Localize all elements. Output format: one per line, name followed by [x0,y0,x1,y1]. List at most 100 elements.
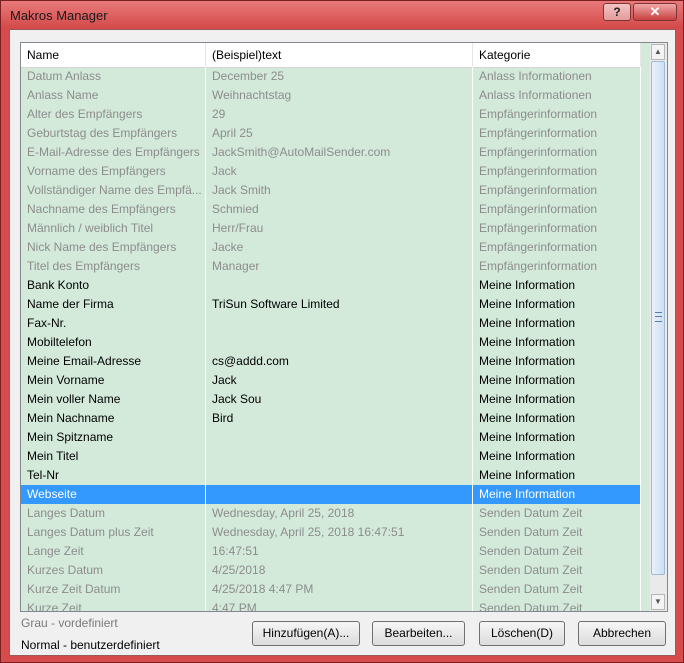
table-row[interactable]: Langes Datum Wednesday, April 25, 2018 Sen… [21,504,641,523]
scroll-up-arrow-icon[interactable]: ▲ [651,44,665,60]
cell-category: Meine Information [473,314,641,333]
cell-example-text [206,466,473,485]
table-row[interactable]: Titel des Empfängers Manager Empfängerinfo… [21,257,641,276]
cell-category: Meine Information [473,295,641,314]
cell-category: Empfängerinformation [473,219,641,238]
table-row[interactable]: Lange Zeit 16:47:51 Senden Datum Zeit [21,542,641,561]
cell-category: Senden Datum Zeit [473,580,641,599]
cell-example-text: 29 [206,105,473,124]
cell-example-text: TriSun Software Limited [206,295,473,314]
cell-name: Mein Spitzname [21,428,206,447]
cell-name: Mein Nachname [21,409,206,428]
cell-example-text [206,276,473,295]
cell-example-text: 4/25/2018 4:47 PM [206,580,473,599]
cell-category: Meine Information [473,276,641,295]
add-button[interactable]: Hinzufügen(A)... [252,621,360,646]
cell-example-text: JackSmith@AutoMailSender.com [206,143,473,162]
cell-example-text: Manager [206,257,473,276]
column-header-category[interactable]: Kategorie [473,43,641,67]
table-row[interactable]: Datum Anlass December 25 Anlass Informatio… [21,67,641,86]
cell-name: Kurze Zeit [21,599,206,611]
table-row[interactable]: Kurzes Datum 4/25/2018 Senden Datum Zeit [21,561,641,580]
table-row[interactable]: Anlass Name Weihnachtstag Anlass Informati… [21,86,641,105]
close-button[interactable]: ✕ [633,3,677,21]
legend-user-defined: Normal - benutzerdefiniert [21,638,160,652]
delete-button[interactable]: Löschen(D) [479,621,565,646]
cell-name: E-Mail-Adresse des Empfängers [21,143,206,162]
cell-example-text: cs@addd.com [206,352,473,371]
table-row[interactable]: Mobiltelefon Meine Information [21,333,641,352]
cell-example-text: 16:47:51 [206,542,473,561]
table-row[interactable]: Nick Name des Empfängers Jacke Empfängerin… [21,238,641,257]
cell-category: Senden Datum Zeit [473,542,641,561]
table-row[interactable]: Vollständiger Name des Empfä... Jack Smit… [21,181,641,200]
cell-example-text: Weihnachtstag [206,86,473,105]
cell-example-text: Jack [206,371,473,390]
grip-icon [655,312,662,322]
cell-name: Langes Datum [21,504,206,523]
cell-name: Geburtstag des Empfängers [21,124,206,143]
table-row[interactable]: Webseite Meine Information [21,485,641,504]
edit-button[interactable]: Bearbeiten... [372,621,465,646]
cell-example-text: Bird [206,409,473,428]
table-row[interactable]: Nachname des Empfängers Schmied Empfängeri… [21,200,641,219]
table-row[interactable]: Vorname des Empfängers Jack Empfängerinfor… [21,162,641,181]
legend-predefined: Grau - vordefiniert [21,616,118,630]
table-row[interactable]: Langes Datum plus Zeit Wednesday, April 2… [21,523,641,542]
cell-category: Empfängerinformation [473,181,641,200]
cell-example-text: Schmied [206,200,473,219]
cell-category: Senden Datum Zeit [473,561,641,580]
table-row[interactable]: Geburtstag des Empfängers April 25 Empfäng… [21,124,641,143]
window-title: Makros Manager [10,8,108,23]
scroll-down-arrow-icon[interactable]: ▼ [651,594,665,610]
table-row[interactable]: Mein Vorname Jack Meine Information [21,371,641,390]
cell-name: Anlass Name [21,86,206,105]
cell-example-text [206,314,473,333]
cell-category: Meine Information [473,485,641,504]
column-header-example-text[interactable]: (Beispiel)text [206,43,473,67]
table-row[interactable]: Bank Konto Meine Information [21,276,641,295]
table-row[interactable]: Name der Firma TriSun Software Limited Mei… [21,295,641,314]
table-row[interactable]: Mein Spitzname Meine Information [21,428,641,447]
cell-name: Nick Name des Empfängers [21,238,206,257]
cell-name: Name der Firma [21,295,206,314]
table-row[interactable]: Kurze Zeit 4:47 PM Senden Datum Zeit [21,599,641,611]
cell-name: Alter des Empfängers [21,105,206,124]
title-bar[interactable]: Makros Manager ? ✕ [1,1,683,29]
table-row[interactable]: Mein Nachname Bird Meine Information [21,409,641,428]
cell-example-text: 4/25/2018 [206,561,473,580]
makros-manager-window: Makros Manager ? ✕ Name (Beispiel)text K… [0,0,684,663]
macro-list[interactable]: Name (Beispiel)text Kategorie Datum Anla… [20,42,668,612]
scroll-thumb[interactable] [651,61,665,575]
cell-category: Empfängerinformation [473,143,641,162]
table-row[interactable]: Fax-Nr. Meine Information [21,314,641,333]
cell-name: Titel des Empfängers [21,257,206,276]
table-row[interactable]: Männlich / weiblich Titel Herr/Frau Empfän… [21,219,641,238]
cancel-button[interactable]: Abbrechen [578,621,666,646]
table-row[interactable]: Meine Email-Adresse cs@addd.com Meine Info… [21,352,641,371]
cell-category: Meine Information [473,428,641,447]
cell-name: Fax-Nr. [21,314,206,333]
cell-category: Meine Information [473,371,641,390]
cell-name: Meine Email-Adresse [21,352,206,371]
cell-name: Kurze Zeit Datum [21,580,206,599]
cell-name: Tel-Nr [21,466,206,485]
cell-category: Senden Datum Zeit [473,599,641,611]
cell-name: Mein Titel [21,447,206,466]
table-row[interactable]: Mein voller Name Jack Sou Meine Informatio… [21,390,641,409]
column-header-name[interactable]: Name [21,43,206,67]
dialog-client-area: Name (Beispiel)text Kategorie Datum Anla… [9,29,676,656]
table-row[interactable]: E-Mail-Adresse des Empfängers JackSmith@A… [21,143,641,162]
table-row[interactable]: Alter des Empfängers 29 Empfängerinformati… [21,105,641,124]
table-row[interactable]: Mein Titel Meine Information [21,447,641,466]
table-row[interactable]: Tel-Nr Meine Information [21,466,641,485]
help-button[interactable]: ? [603,3,631,21]
cell-name: Webseite [21,485,206,504]
cell-category: Empfängerinformation [473,257,641,276]
cell-category: Meine Information [473,466,641,485]
cell-example-text: Jacke [206,238,473,257]
cell-example-text: Herr/Frau [206,219,473,238]
vertical-scrollbar[interactable]: ▲ ▼ [649,43,667,611]
list-header: Name (Beispiel)text Kategorie [21,43,641,68]
table-row[interactable]: Kurze Zeit Datum 4/25/2018 4:47 PM Senden … [21,580,641,599]
